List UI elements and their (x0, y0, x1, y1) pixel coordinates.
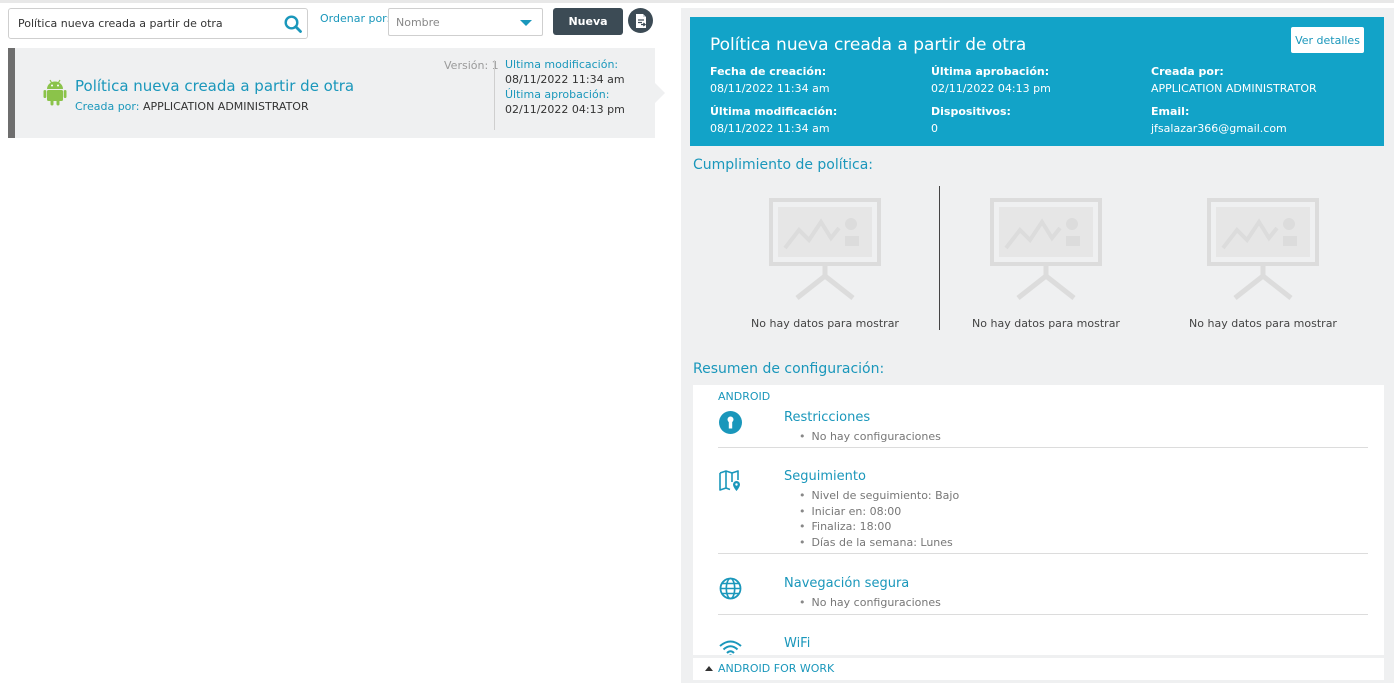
config-bullet: No hay configuraciones (799, 595, 941, 611)
caret-up-icon (705, 666, 713, 671)
last-modified-label: Ultima modificación: (505, 58, 619, 71)
config-bullet: Finaliza: 18:00 (799, 519, 959, 535)
devices-field: Dispositivos: 0 (931, 103, 1011, 137)
created-by-value: APPLICATION ADMINISTRATOR (142, 100, 309, 113)
last-modified-value: 08/11/2022 11:34 am (505, 73, 625, 86)
chart-placeholder-icon (769, 198, 881, 300)
chart-placeholder-icon (990, 198, 1102, 300)
sort-select[interactable]: Nombre (388, 8, 543, 36)
android-for-work-label[interactable]: ANDROID FOR WORK (718, 662, 834, 675)
last-modified-field: Última modificación: 08/11/2022 11:34 am (710, 103, 837, 137)
compliance-chart-1: No hay datos para mostrar (725, 198, 925, 338)
compliance-chart-2: No hay datos para mostrar (946, 198, 1146, 338)
config-bullet: Nivel de seguimiento: Bajo (799, 488, 960, 504)
policy-creator: Creada por: APPLICATION ADMINISTRATOR (75, 100, 309, 113)
config-item-name[interactable]: Seguimiento (784, 469, 866, 484)
view-details-button[interactable]: Ver detalles (1291, 27, 1364, 53)
config-item-safe-browsing[interactable]: Navegación segura No hay configuraciones (718, 576, 1368, 636)
config-separator (718, 447, 1368, 448)
chart-divider (939, 186, 940, 330)
no-data-text: No hay datos para mostrar (1189, 317, 1337, 330)
config-summary-panel: ANDROID Restricciones No hay configuraci… (693, 385, 1384, 655)
config-item-name[interactable]: WiFi (784, 636, 810, 651)
detail-header: Política nueva creada a partir de otra V… (690, 17, 1384, 146)
config-bullets: Nivel de seguimiento: Bajo Iniciar en: 0… (799, 488, 960, 551)
config-separator (718, 553, 1368, 554)
sort-label: Ordenar por: (320, 12, 391, 25)
compliance-title: Cumplimiento de política: (693, 157, 874, 173)
android-for-work-section-toggle[interactable]: ANDROID FOR WORK (693, 658, 1384, 680)
created-by-field: Creada por: APPLICATION ADMINISTRATOR (1151, 63, 1317, 97)
policy-title[interactable]: Política nueva creada a partir de otra (75, 77, 354, 95)
email-label: Email: (1151, 105, 1190, 118)
sort-selected-value: Nombre (396, 16, 440, 29)
email-field: Email: jfsalazar366@gmail.com (1151, 103, 1287, 137)
policy-meta: Ultima modificación: 08/11/2022 11:34 am… (505, 57, 625, 117)
keyhole-icon (719, 411, 742, 434)
config-bullets: No hay configuraciones (799, 429, 941, 445)
policy-list-item[interactable]: Política nueva creada a partir de otra C… (8, 48, 665, 138)
new-policy-button[interactable]: Nueva (553, 8, 623, 35)
selection-arrow (655, 83, 665, 103)
config-separator (718, 614, 1368, 615)
config-item-restrictions[interactable]: Restricciones No hay configuraciones (718, 410, 1368, 470)
config-summary-title: Resumen de configuración: (693, 361, 885, 377)
detail-created-by-value: APPLICATION ADMINISTRATOR (1151, 82, 1317, 95)
created-date-value: 08/11/2022 11:34 am (710, 82, 830, 95)
search-box[interactable] (8, 8, 308, 39)
detail-last-approval-label: Última aprobación: (931, 65, 1050, 78)
created-date-field: Fecha de creación: 08/11/2022 11:34 am (710, 63, 830, 97)
detail-last-modified-label: Última modificación: (710, 105, 838, 118)
wifi-icon (719, 640, 742, 655)
devices-value: 0 (931, 122, 938, 135)
policy-detail-pane: Política nueva creada a partir de otra V… (681, 8, 1394, 683)
export-button[interactable] (628, 8, 653, 33)
globe-icon (719, 577, 742, 600)
detail-last-modified-value: 08/11/2022 11:34 am (710, 122, 830, 135)
card-divider (494, 60, 495, 130)
config-bullet: No hay configuraciones (799, 429, 941, 445)
config-item-wifi[interactable]: WiFi (718, 636, 1368, 655)
map-pin-icon (719, 470, 740, 491)
devices-label: Dispositivos: (931, 105, 1011, 118)
config-item-tracking[interactable]: Seguimiento Nivel de seguimiento: Bajo I… (718, 469, 1368, 569)
android-icon (43, 79, 67, 106)
email-value: jfsalazar366@gmail.com (1151, 122, 1287, 135)
search-input[interactable] (9, 9, 277, 38)
detail-last-approval-value: 02/11/2022 04:13 pm (931, 82, 1051, 95)
no-data-text: No hay datos para mostrar (751, 317, 899, 330)
search-icon[interactable] (283, 14, 303, 34)
last-approval-label: Última aprobación: (505, 88, 610, 101)
platform-label: ANDROID (718, 390, 771, 403)
chart-placeholder-icon (1207, 198, 1319, 300)
last-approval-field: Última aprobación: 02/11/2022 04:13 pm (931, 63, 1051, 97)
detail-created-by-label: Creada por: (1151, 65, 1224, 78)
created-by-label: Creada por: (75, 100, 140, 113)
config-item-name[interactable]: Navegación segura (784, 576, 909, 591)
last-approval-value: 02/11/2022 04:13 pm (505, 103, 625, 116)
config-bullet: Días de la semana: Lunes (799, 535, 959, 551)
chevron-down-icon (520, 20, 532, 26)
policy-version: Versión: 1 (444, 59, 499, 72)
policy-list-pane: Ordenar por: Nombre Nueva Política nuev (0, 3, 665, 683)
document-export-icon (635, 13, 646, 28)
config-bullet: Iniciar en: 08:00 (799, 504, 959, 520)
no-data-text: No hay datos para mostrar (972, 317, 1120, 330)
config-item-name[interactable]: Restricciones (784, 410, 870, 425)
config-bullets: No hay configuraciones (799, 595, 941, 611)
compliance-chart-3: No hay datos para mostrar (1163, 198, 1363, 338)
created-date-label: Fecha de creación: (710, 65, 827, 78)
detail-title: Política nueva creada a partir de otra (710, 35, 1027, 55)
